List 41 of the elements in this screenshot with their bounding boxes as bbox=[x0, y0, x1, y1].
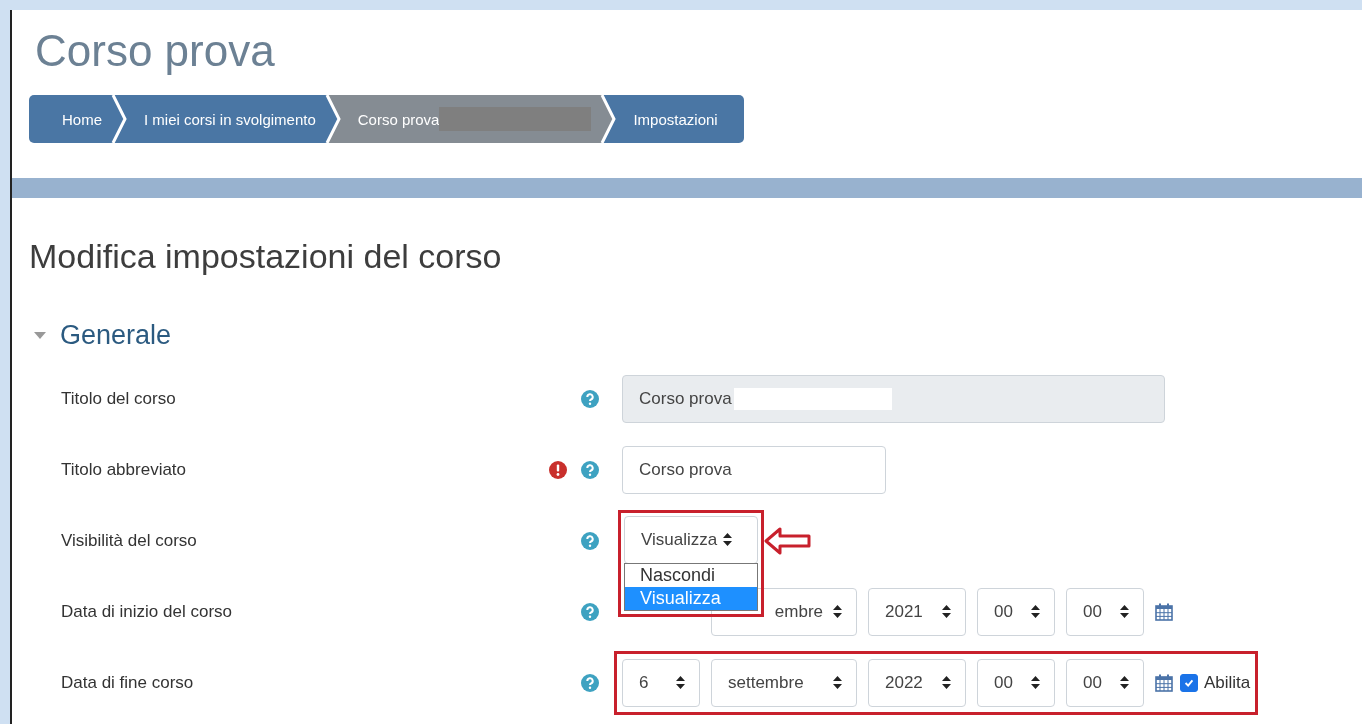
sort-icon bbox=[1120, 605, 1129, 618]
sort-icon bbox=[833, 605, 842, 618]
select-field[interactable]: 6 bbox=[622, 658, 700, 707]
select-field[interactable]: settembre bbox=[711, 658, 857, 707]
breadcrumb-item[interactable]: Home bbox=[29, 95, 108, 143]
calendar-icon[interactable] bbox=[1155, 673, 1173, 692]
sort-icon bbox=[676, 676, 685, 689]
select-field[interactable]: Visualizza bbox=[624, 515, 758, 564]
sort-icon bbox=[942, 605, 951, 618]
help-icon[interactable] bbox=[581, 460, 599, 479]
sort-icon bbox=[942, 676, 951, 689]
select-field[interactable]: 00 bbox=[977, 587, 1055, 636]
select-field[interactable]: 00 bbox=[1066, 587, 1144, 636]
course-title: Corso prova bbox=[34, 25, 276, 77]
select-field[interactable]: 00 bbox=[977, 658, 1055, 707]
dropdown-option[interactable]: Nascondi bbox=[625, 563, 757, 587]
caret-icon[interactable] bbox=[34, 331, 46, 340]
calendar-icon[interactable] bbox=[1155, 602, 1173, 621]
sort-icon bbox=[1120, 676, 1129, 689]
breadcrumb-item[interactable]: Impostazioni bbox=[617, 95, 744, 143]
field-label: Titolo del corso bbox=[60, 388, 177, 409]
sort-icon bbox=[1031, 605, 1040, 618]
select-field[interactable]: 2021 bbox=[868, 587, 966, 636]
required-icon bbox=[549, 460, 567, 479]
field-label: Data di inizio del corso bbox=[60, 601, 234, 622]
field-label: Data di fine corso bbox=[60, 672, 195, 693]
checkbox[interactable] bbox=[1180, 673, 1198, 692]
sort-icon bbox=[723, 533, 733, 546]
fieldset-title[interactable]: Generale bbox=[60, 320, 172, 351]
select-field[interactable]: 2022 bbox=[868, 658, 966, 707]
help-icon[interactable] bbox=[581, 602, 599, 621]
page-heading: Modifica impostazioni del corso bbox=[29, 236, 503, 276]
help-icon[interactable] bbox=[581, 673, 599, 692]
sort-icon bbox=[1031, 676, 1040, 689]
text-field[interactable]: Corso prova bbox=[622, 445, 886, 494]
sort-icon bbox=[833, 676, 842, 689]
select-field[interactable]: 00 bbox=[1066, 658, 1144, 707]
help-icon[interactable] bbox=[581, 531, 599, 550]
field-label: Titolo abbreviato bbox=[60, 459, 188, 480]
checkbox-label[interactable]: Abilita bbox=[1204, 672, 1251, 693]
field-label: Visibilità del corso bbox=[60, 530, 198, 551]
